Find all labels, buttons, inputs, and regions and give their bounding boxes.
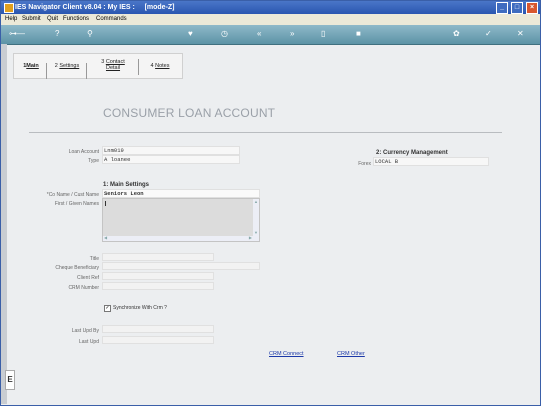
vertical-scrollbar[interactable]: ▲ ▼ [253,199,259,241]
tab-settings-num: 2 [54,63,58,69]
last-upd-by-field [102,325,214,333]
tab-notes-num: 4 [150,63,154,69]
menu-functions[interactable]: Functions [63,16,89,22]
menu-quit[interactable]: Quit [47,16,58,22]
forex-field[interactable]: LOCAL B [373,157,489,166]
client-ref-field[interactable] [102,272,214,280]
tab-notes-label: Notes [155,63,170,69]
stop-icon[interactable]: ■ [356,30,361,38]
header-divider [29,132,502,133]
clock-icon[interactable]: ◷ [221,30,228,38]
window-title: IES Navigator Client v8.04 : My IES : [m… [15,4,175,11]
window-mode: [mode-Z] [144,4,175,11]
menu-bar: Help Submit Quit Functions Commands [1,14,540,25]
tab-contact-detail[interactable]: 3 Contact Detail [88,59,139,75]
cheque-beneficiary-field[interactable] [102,262,260,270]
co-name-field[interactable]: Seniors Leon [102,189,260,198]
minimize-button[interactable]: _ [496,2,509,14]
fast-forward-icon[interactable]: » [290,30,294,38]
title-label: Title [89,256,99,262]
tab-main[interactable]: 1Main [16,63,47,79]
help-icon[interactable]: ? [55,30,59,38]
close-icon[interactable]: ✕ [517,30,524,38]
loan-account-field[interactable]: Lnm019 [102,146,240,155]
tab-bar: 1Main 2 Settings 3 Contact Detail 4 Note… [13,53,183,79]
tab-contact-label: Contact Detail [105,59,125,71]
menu-help[interactable]: Help [5,16,17,22]
app-window: IES Navigator Client v8.04 : My IES : [m… [0,0,541,406]
tab-notes[interactable]: 4 Notes [140,63,180,79]
side-panel-icon[interactable]: E [5,370,15,390]
tab-settings-label: Settings [59,63,80,69]
first-names-textarea[interactable]: ▲ ▼ ◀ ▶ [102,198,260,242]
maximize-button[interactable]: □ [511,2,524,14]
forex-label: Forex [358,161,371,167]
scroll-right-icon[interactable]: ▶ [249,236,252,240]
crm-number-label: CRM Number [68,285,99,291]
first-names-label: First / Given Names [54,201,99,207]
heart-icon[interactable]: ♥ [188,30,193,38]
crm-connect-link[interactable]: CRM Connect [269,351,304,357]
type-label: Type [88,158,99,164]
horizontal-scrollbar[interactable]: ◀ ▶ [103,236,259,241]
client-ref-label: Client Ref [77,275,99,281]
sync-crm-checkbox[interactable]: ✓ [104,305,111,312]
scroll-down-icon[interactable]: ▼ [254,231,258,235]
crm-number-field[interactable] [102,282,214,290]
co-name-label: *Co Name / Cust Name [46,192,99,198]
title-bar: IES Navigator Client v8.04 : My IES : [m… [1,1,540,14]
main-settings-title: 1: Main Settings [103,182,150,188]
cheque-beneficiary-label: Cheque Beneficiary [55,265,99,271]
sync-crm-label: Synchronize With Crm ? [113,305,167,311]
menu-submit[interactable]: Submit [22,16,41,22]
check-icon[interactable]: ✓ [485,30,492,38]
page-icon[interactable]: ▯ [321,30,325,38]
scroll-left-icon[interactable]: ◀ [104,236,107,240]
toolbar: ⊶— ? ⚲ ♥ ◷ « » ▯ ■ ✿ ✓ ✕ [1,25,540,45]
page-title: CONSUMER LOAN ACCOUNT [103,106,276,120]
crm-other-link[interactable]: CRM Other [337,351,365,357]
currency-management-title: 2: Currency Management [376,150,448,156]
left-sidebar [1,44,7,404]
tab-main-label: Main [26,63,39,69]
last-upd-label: Last Upd [78,339,99,345]
tab-settings[interactable]: 2 Settings [48,63,87,79]
text-caret [105,201,106,206]
last-upd-field [102,336,214,344]
tab-contact-num: 3 [101,59,105,65]
key-icon[interactable]: ⊶— [9,30,25,38]
scroll-up-icon[interactable]: ▲ [254,200,258,204]
last-upd-by-label: Last Upd By [71,328,99,334]
window-title-text: IES Navigator Client v8.04 : My IES : [15,4,135,11]
menu-commands[interactable]: Commands [96,16,127,22]
window-controls: _ □ × [495,2,538,14]
search-icon[interactable]: ⚲ [87,30,93,38]
title-field[interactable] [102,253,214,261]
close-window-button[interactable]: × [526,2,538,14]
app-icon [4,3,14,13]
tools-icon[interactable]: ✿ [453,30,460,38]
type-field[interactable]: A loanee [102,155,240,164]
rewind-icon[interactable]: « [257,30,261,38]
loan-account-label: Loan Account [68,149,99,155]
